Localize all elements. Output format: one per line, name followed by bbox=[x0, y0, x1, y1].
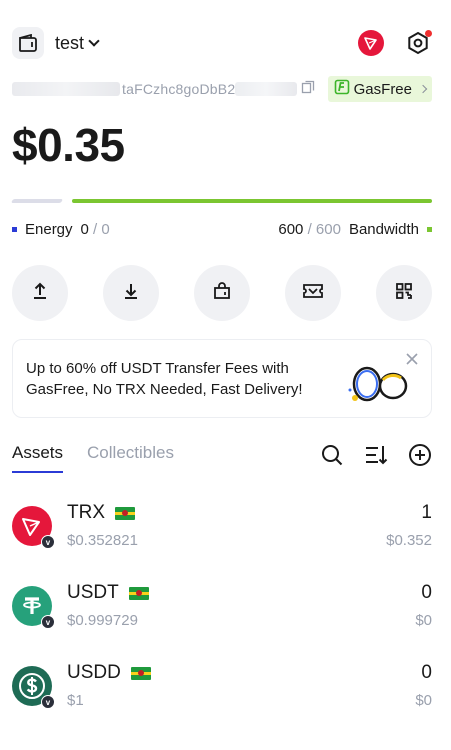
resource-row: Energy 0 / 0 600 / 600 Bandwidth bbox=[12, 219, 432, 239]
energy-info[interactable]: Energy 0 / 0 bbox=[12, 221, 110, 238]
asset-row-usdt[interactable]: v USDT $0.999729 0 $0 bbox=[12, 582, 432, 642]
apps-icon bbox=[394, 281, 414, 306]
wallet-name: test bbox=[55, 32, 85, 53]
gasfree-button[interactable]: GasFree bbox=[327, 76, 432, 102]
flag-icon bbox=[128, 586, 149, 600]
copy-icon[interactable] bbox=[301, 80, 315, 99]
bandwidth-legend-icon bbox=[427, 226, 432, 232]
asset-symbol: USDD bbox=[67, 662, 121, 683]
wallet-icon[interactable] bbox=[12, 27, 44, 59]
address-fragment: taFCzhc8goDbB2 bbox=[122, 81, 236, 97]
tron-network-icon[interactable] bbox=[358, 30, 384, 56]
asset-price: $0.352821 bbox=[67, 532, 138, 549]
asset-price: $1 bbox=[67, 692, 84, 709]
tab-collectibles[interactable]: Collectibles bbox=[87, 443, 174, 473]
bandwidth-separator: / bbox=[307, 220, 312, 238]
sort-icon[interactable] bbox=[364, 443, 388, 472]
asset-price: $0.999729 bbox=[67, 612, 138, 629]
asset-amount: 0 bbox=[421, 582, 432, 603]
asset-value: $0.352 bbox=[386, 532, 432, 549]
verified-icon: v bbox=[41, 535, 55, 549]
notification-dot bbox=[425, 30, 432, 37]
flag-icon bbox=[130, 666, 151, 680]
asset-tabs: Assets Collectibles bbox=[12, 443, 432, 479]
promo-line-2: GasFree, No TRX Needed, Fast Delivery! bbox=[26, 381, 303, 398]
shopping-bag-icon bbox=[212, 281, 232, 306]
ticket-icon bbox=[302, 281, 324, 306]
promo-illustration-icon bbox=[347, 362, 413, 407]
header: test bbox=[12, 26, 432, 60]
asset-row-usdd[interactable]: v USDD $1 0 $0 bbox=[12, 662, 432, 722]
promo-line-1: Up to 60% off USDT Transfer Fees with bbox=[26, 360, 289, 377]
verified-icon: v bbox=[41, 695, 55, 709]
chevron-down-icon bbox=[88, 35, 100, 47]
resource-bars bbox=[10, 199, 432, 203]
flag-icon bbox=[115, 506, 135, 520]
address-redacted bbox=[235, 82, 298, 96]
settings-icon[interactable] bbox=[404, 29, 432, 57]
energy-separator: / bbox=[93, 220, 98, 238]
asset-symbol: TRX bbox=[67, 502, 105, 523]
bandwidth-total: 600 bbox=[315, 220, 341, 238]
asset-value: $0 bbox=[415, 612, 432, 629]
bandwidth-info[interactable]: 600 / 600 Bandwidth bbox=[278, 221, 432, 238]
asset-symbol: USDT bbox=[67, 582, 119, 603]
asset-amount: 0 bbox=[421, 662, 432, 683]
asset-value: $0 bbox=[415, 692, 432, 709]
wallet-selector[interactable]: test bbox=[55, 32, 100, 54]
total-balance: $0.35 bbox=[12, 119, 125, 171]
address-row: taFCzhc8goDbB2 GasFree bbox=[12, 76, 432, 102]
bandwidth-used: 600 bbox=[278, 220, 304, 238]
swap-button[interactable] bbox=[285, 265, 341, 321]
chevron-right-icon bbox=[418, 84, 428, 94]
tab-assets[interactable]: Assets bbox=[12, 443, 64, 473]
promo-banner[interactable]: Up to 60% off USDT Transfer Fees with Ga… bbox=[12, 339, 432, 418]
energy-label: Energy bbox=[25, 220, 73, 238]
energy-legend-icon bbox=[12, 226, 17, 232]
bandwidth-label: Bandwidth bbox=[348, 220, 419, 238]
bandwidth-bar bbox=[72, 199, 432, 203]
address-redacted bbox=[12, 82, 120, 96]
gasfree-icon bbox=[334, 79, 350, 99]
gasfree-label: GasFree bbox=[353, 80, 412, 98]
verified-icon: v bbox=[41, 615, 55, 629]
asset-amount: 1 bbox=[421, 502, 432, 523]
upload-icon bbox=[30, 281, 50, 306]
search-icon[interactable] bbox=[320, 443, 344, 472]
add-token-icon[interactable] bbox=[408, 443, 432, 472]
energy-bar bbox=[10, 199, 64, 203]
asset-row-trx[interactable]: v TRX $0.352821 1 $0.352 bbox=[12, 502, 432, 562]
send-button[interactable] bbox=[12, 265, 68, 321]
more-button[interactable] bbox=[376, 265, 432, 321]
energy-total: 0 bbox=[101, 220, 110, 238]
receive-button[interactable] bbox=[103, 265, 159, 321]
action-bar bbox=[12, 265, 432, 321]
download-icon bbox=[121, 281, 141, 306]
energy-used: 0 bbox=[80, 220, 89, 238]
buy-button[interactable] bbox=[194, 265, 250, 321]
